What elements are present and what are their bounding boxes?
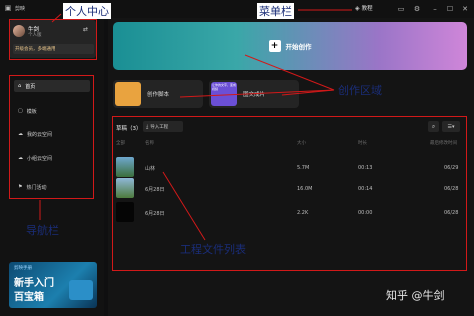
annotation-line-create-3 (179, 89, 335, 98)
annotation-create-area: 创作区域 (338, 84, 382, 97)
annotation-menu-bar: 菜单栏 (257, 3, 294, 19)
annotation-nav-bar: 导航栏 (26, 224, 59, 237)
annotation-line-project (162, 171, 206, 241)
annotation-line-create-1 (244, 54, 335, 91)
annotation-lines (39, 9, 352, 241)
annotation-line-personal (51, 13, 62, 23)
annotation-project-list: 工程文件列表 (180, 243, 246, 256)
watermark: 知乎 @牛剑 (386, 289, 445, 302)
annotation-personal-center: 个人中心 (63, 3, 111, 19)
